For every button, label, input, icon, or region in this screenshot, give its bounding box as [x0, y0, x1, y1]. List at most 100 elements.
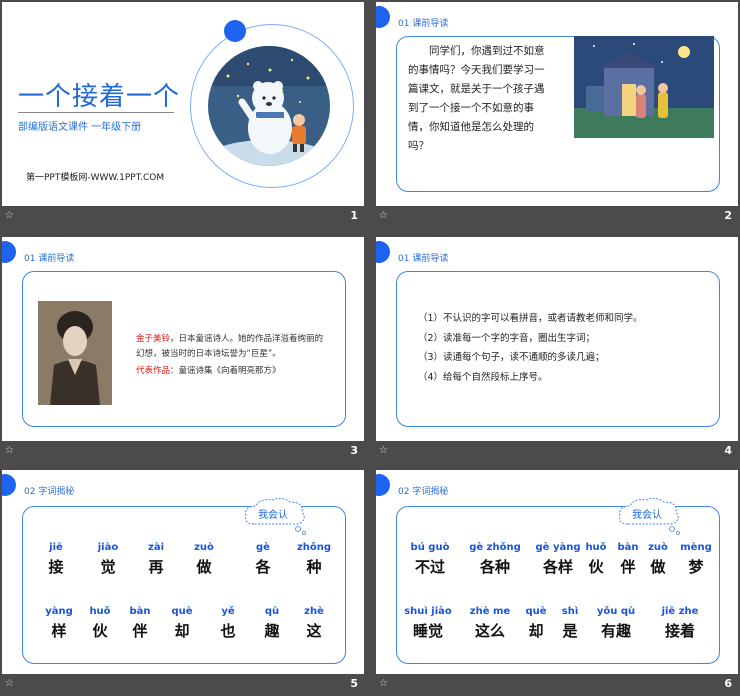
works-label: 代表作品 [136, 366, 171, 376]
slide-footer: ☆ 1 [2, 206, 364, 228]
slide-footer: ☆ 3 [2, 441, 364, 463]
pinyin: yàng [45, 606, 73, 617]
slide-thumbnail-2[interactable]: 01 课前导读 同学们，你遇到过不如意的事情吗？今天我们要学习一篇课文，就是关于… [376, 2, 738, 228]
section-header: 01 课前导读 [24, 254, 75, 264]
star-icon[interactable]: ☆ [379, 445, 391, 457]
slide-footer: ☆ 5 [2, 674, 364, 696]
hanzi: 再 [148, 558, 164, 576]
slide-number: 4 [724, 444, 732, 457]
slide-6-canvas[interactable]: 02 字词揭秘 我会认 bú guò 不过 gè zhǒng 各种 gè yàn… [376, 470, 738, 674]
representative-works: ：童谣诗集《向着明亮那方》 [170, 366, 281, 376]
pinyin: huǒ [585, 542, 607, 553]
slide-title: 一个接着一个 [18, 82, 181, 112]
header-dot [376, 474, 390, 496]
pinyin: qù [264, 606, 280, 617]
pinyin: shuì jiào [404, 606, 452, 617]
hanzi: 各样 [542, 558, 573, 576]
star-icon[interactable]: ☆ [379, 678, 391, 690]
pinyin: shì [561, 606, 579, 617]
slide-subtitle: 部编版语文课件 一年级下册 [18, 122, 142, 133]
star-icon[interactable]: ☆ [5, 678, 17, 690]
slide-1-canvas[interactable]: 一个接着一个 部编版语文课件 一年级下册 第一PPT模板网-WWW.1PPT.C… [2, 2, 364, 206]
pinyin: què [171, 606, 193, 617]
hanzi: 接 [48, 558, 64, 576]
star-icon[interactable]: ☆ [5, 445, 17, 457]
children-night-illustration [574, 36, 714, 138]
hanzi: 接着 [664, 622, 695, 640]
hanzi: 做 [196, 558, 212, 576]
slide-number: 6 [724, 677, 732, 690]
header-dot [376, 6, 390, 28]
slide-thumbnail-4[interactable]: 01 课前导读 （1）不认识的字可以看拼音，或者请教老师和同学。 （2）读准每一… [376, 237, 738, 463]
list-item: （3）读通每个句子，读不通顺的多读几遍； [418, 352, 605, 363]
pinyin: jiē zhe [661, 606, 699, 617]
list-item: （2）读准每一个字的字音，圈出生字词； [418, 332, 596, 344]
pinyin: bú guò [410, 542, 450, 553]
pinyin: bàn [617, 542, 639, 553]
pinyin: gè yàng [535, 542, 581, 553]
slide-2-canvas[interactable]: 01 课前导读 同学们，你遇到过不如意的事情吗？今天我们要学习一篇课文，就是关于… [376, 2, 738, 206]
hanzi: 却 [174, 622, 190, 640]
star-icon[interactable]: ☆ [379, 210, 391, 222]
section-header: 02 字词揭秘 [398, 487, 449, 497]
slide-5-canvas[interactable]: 02 字词揭秘 我会认 jiē 接 jiào 觉 zài 再 zuò 做 gè … [2, 470, 364, 674]
cloud-bubble: 我会认 [240, 496, 310, 536]
pinyin: zài [148, 542, 164, 553]
hanzi: 趣 [264, 622, 280, 640]
slide-thumbnail-5[interactable]: 02 字词揭秘 我会认 jiē 接 jiào 觉 zài 再 zuò 做 gè … [2, 470, 364, 696]
list-item: （4）给每个自然段标上序号。 [418, 371, 548, 383]
cloud-bubble: 我会认 [614, 496, 684, 536]
pinyin: zhè [304, 606, 324, 617]
polar-bear-illustration [208, 46, 330, 166]
slide-footer: ☆ 4 [376, 441, 738, 463]
slide-3-canvas[interactable]: 01 课前导读 金子美铃，日本童谣诗人。她的作品洋溢着绚丽的幻想，被当时的日本诗… [2, 237, 364, 441]
slide-number: 5 [350, 677, 358, 690]
title-underline [18, 112, 174, 113]
section-header: 02 字词揭秘 [24, 487, 75, 497]
pinyin: yǒu qù [596, 606, 636, 617]
pinyin: yě [221, 606, 235, 617]
header-dot [2, 241, 16, 263]
author-name: 金子美铃 [136, 334, 171, 344]
pinyin: gè [256, 542, 270, 553]
slide-footer: ☆ 6 [376, 674, 738, 696]
list-item: （1）不认识的字可以看拼音，或者请教老师和同学。 [418, 313, 643, 324]
hanzi: 这 [306, 622, 322, 640]
star-icon[interactable]: ☆ [5, 210, 17, 222]
hanzi: 觉 [100, 558, 116, 576]
section-header: 01 课前导读 [398, 19, 449, 29]
pinyin: gè zhǒng [469, 542, 521, 553]
pinyin: zuò [648, 542, 668, 553]
hanzi: 伙 [588, 558, 604, 576]
author-intro: 金子美铃，日本童谣诗人。她的作品洋溢着绚丽的幻想，被当时的日本诗坛誉为“巨星”。… [90, 332, 330, 379]
slide-number: 2 [724, 209, 732, 222]
hanzi: 伴 [132, 622, 148, 640]
pinyin: bàn [129, 606, 151, 617]
pinyin: zhè me [469, 606, 511, 617]
slide-number: 3 [350, 444, 358, 457]
hanzi: 这么 [474, 622, 505, 640]
hanzi: 各种 [479, 558, 510, 576]
header-dot [376, 241, 390, 263]
hanzi: 却 [528, 622, 544, 640]
pinyin: mèng [680, 542, 712, 553]
decorative-dot [224, 20, 246, 42]
site-watermark: 第一PPT模板网-WWW.1PPT.COM [26, 173, 165, 183]
reading-steps-list: （1）不认识的字可以看拼音，或者请教老师和同学。 （2）读准每一个字的字音，圈出… [418, 309, 708, 387]
hanzi: 有趣 [600, 622, 631, 640]
hanzi: 各 [255, 558, 271, 576]
slide-4-canvas[interactable]: 01 课前导读 （1）不认识的字可以看拼音，或者请教老师和同学。 （2）读准每一… [376, 237, 738, 441]
pinyin: zuò [194, 542, 214, 553]
slide-thumbnail-6[interactable]: 02 字词揭秘 我会认 bú guò 不过 gè zhǒng 各种 gè yàn… [376, 470, 738, 696]
hanzi: 伙 [92, 622, 108, 640]
cloud-label: 我会认 [258, 510, 288, 521]
hanzi: 种 [306, 558, 322, 576]
slide-number: 1 [350, 209, 358, 222]
slide-thumbnail-3[interactable]: 01 课前导读 金子美铃，日本童谣诗人。她的作品洋溢着绚丽的幻想，被当时的日本诗… [2, 237, 364, 463]
pinyin: jiē [49, 542, 63, 553]
hanzi: 梦 [688, 558, 704, 576]
slide-thumbnail-1[interactable]: 一个接着一个 部编版语文课件 一年级下册 第一PPT模板网-WWW.1PPT.C… [2, 2, 364, 228]
pinyin: huǒ [89, 606, 111, 617]
cloud-label: 我会认 [632, 510, 662, 521]
hanzi: 睡觉 [412, 622, 443, 640]
